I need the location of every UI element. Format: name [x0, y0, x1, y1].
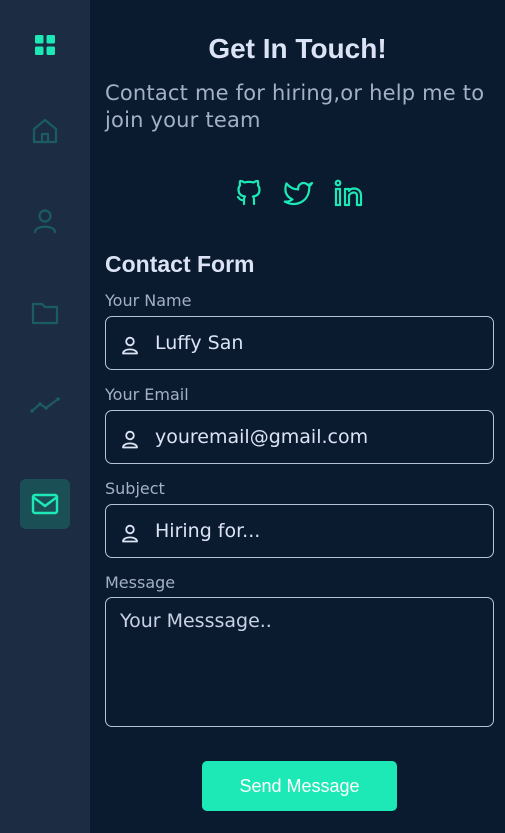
sidebar-item-about[interactable] [20, 196, 70, 246]
linkedin-link[interactable] [333, 177, 365, 209]
name-label: Your Name [105, 291, 192, 310]
send-message-button[interactable]: Send Message [202, 761, 397, 811]
name-field[interactable]: Luffy San [105, 316, 494, 370]
page-subtitle: Contact me for hiring,or help me to join… [105, 81, 485, 132]
grid-logo-icon[interactable] [35, 35, 55, 55]
sidebar-item-contact[interactable] [20, 479, 70, 529]
user-icon [122, 524, 138, 543]
message-textarea[interactable]: Your Messsage.. [105, 597, 494, 727]
home-icon [32, 118, 58, 144]
sidebar-item-home[interactable] [20, 106, 70, 156]
social-links [233, 177, 365, 209]
app: Get In Touch! Contact me for hiring,or h… [0, 0, 505, 833]
github-icon [236, 179, 261, 206]
twitter-icon [283, 181, 314, 206]
twitter-link[interactable] [283, 177, 315, 209]
folder-icon [31, 302, 59, 325]
name-value: Luffy San [155, 332, 244, 354]
github-link[interactable] [233, 177, 265, 209]
mail-icon [31, 493, 59, 515]
user-icon [122, 336, 138, 355]
sidebar-item-projects[interactable] [20, 288, 70, 338]
email-value: youremail@gmail.com [155, 426, 369, 448]
contact-section: Get In Touch! Contact me for hiring,or h… [90, 0, 505, 833]
subject-field[interactable]: Hiring for... [105, 504, 494, 558]
page-title: Get In Touch! [208, 33, 387, 64]
user-icon [122, 430, 138, 449]
sidebar-item-stats[interactable] [20, 379, 70, 429]
linkedin-icon [334, 179, 363, 207]
user-icon [33, 209, 57, 234]
email-field[interactable]: youremail@gmail.com [105, 410, 494, 464]
message-label: Message [105, 573, 176, 592]
sidebar [0, 0, 90, 833]
trend-icon [30, 397, 60, 413]
email-label: Your Email [105, 385, 189, 404]
form-title: Contact Form [105, 251, 255, 277]
subject-label: Subject [105, 479, 165, 498]
subject-value: Hiring for... [155, 520, 261, 542]
